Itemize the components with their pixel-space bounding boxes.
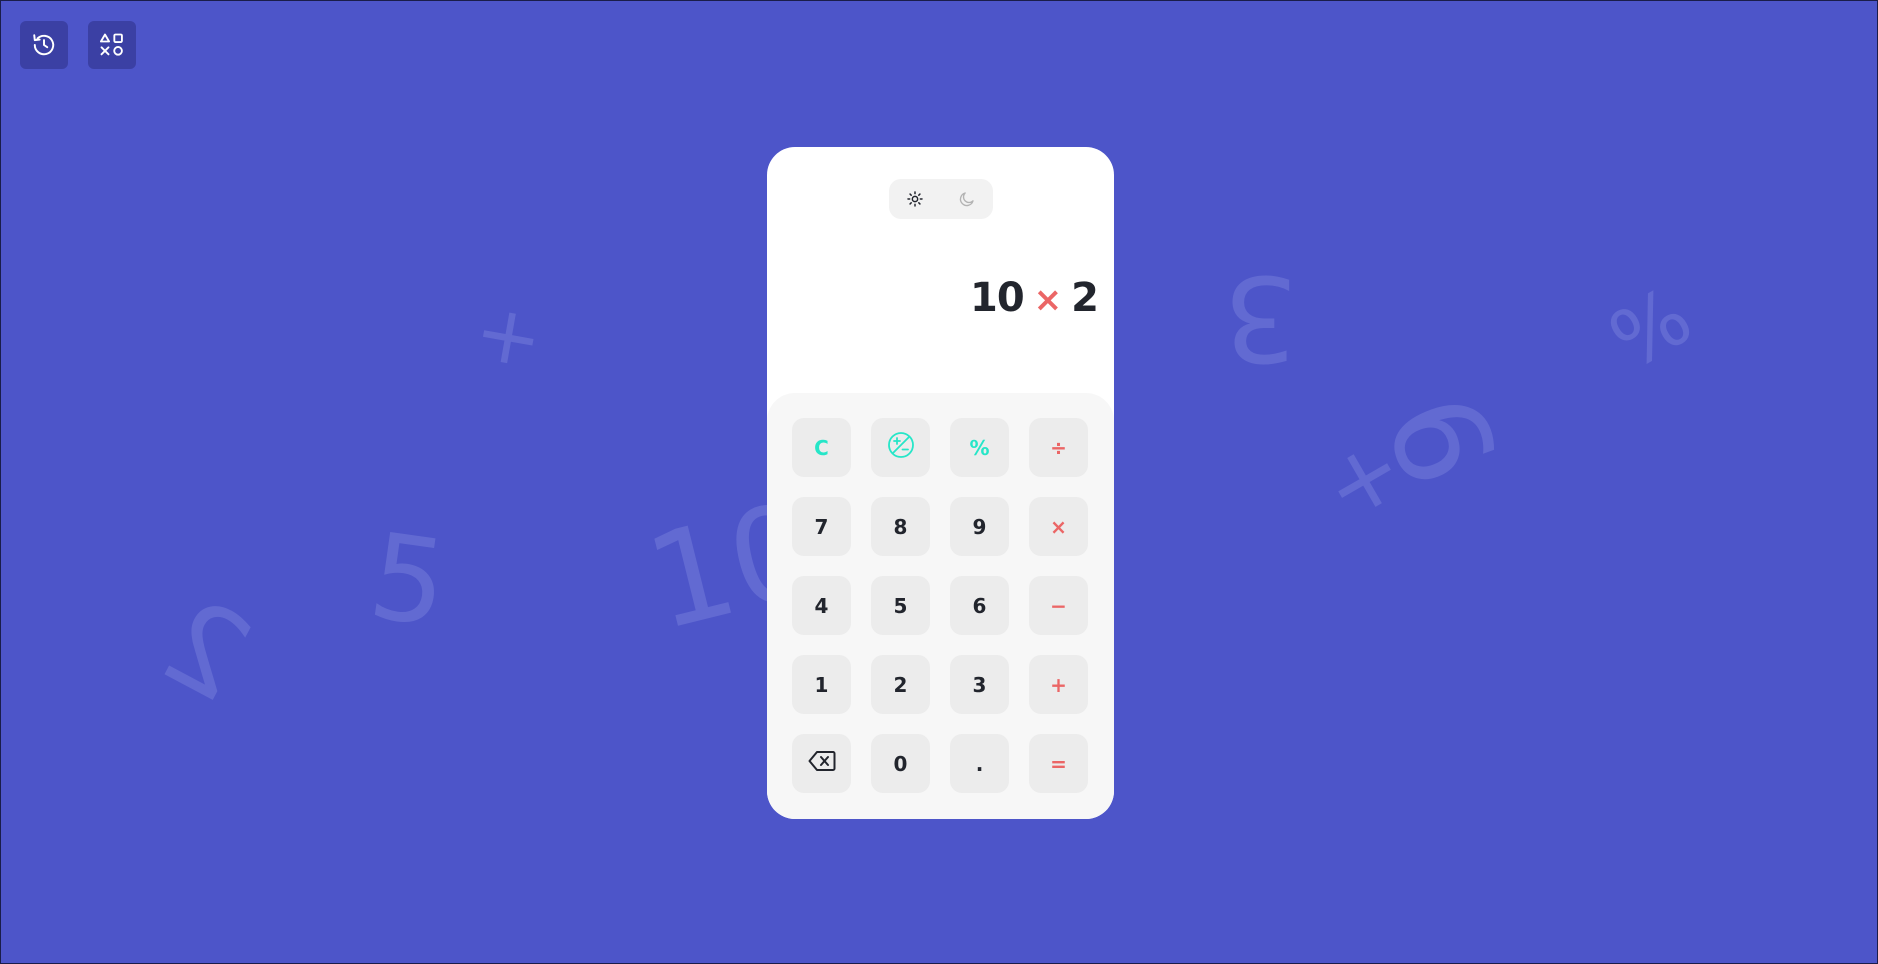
background-digit: 2 — [141, 571, 273, 729]
digit-8-button[interactable]: 8 — [871, 497, 930, 556]
background-digit: % — [1594, 269, 1707, 388]
history-icon — [31, 32, 57, 58]
digit-7-button[interactable]: 7 — [792, 497, 851, 556]
percent-button[interactable]: % — [950, 418, 1009, 477]
history-button[interactable] — [20, 21, 68, 69]
expression-display: 10 × 2 — [969, 275, 1099, 321]
digit-6-button[interactable]: 6 — [950, 576, 1009, 635]
background-digit: 5 — [361, 506, 456, 654]
background-digit: 9 — [1358, 374, 1530, 504]
backspace-button[interactable] — [792, 734, 851, 793]
light-theme-button[interactable] — [895, 183, 935, 215]
equals-button[interactable]: = — [1029, 734, 1088, 793]
divide-button[interactable]: ÷ — [1029, 418, 1088, 477]
display-operand-left: 10 — [969, 275, 1025, 321]
converter-button[interactable] — [88, 21, 136, 69]
plus-button[interactable]: + — [1029, 655, 1088, 714]
sun-icon — [895, 183, 935, 215]
clear-button[interactable]: C — [792, 418, 851, 477]
digit-5-button[interactable]: 5 — [871, 576, 930, 635]
multiply-button[interactable]: × — [1029, 497, 1088, 556]
digit-2-button[interactable]: 2 — [871, 655, 930, 714]
plus-minus-button[interactable] — [871, 418, 930, 477]
display-operator: × — [1033, 280, 1062, 320]
digit-3-button[interactable]: 3 — [950, 655, 1009, 714]
plus-minus-icon — [887, 431, 915, 464]
background-digit: + — [467, 283, 550, 388]
digit-4-button[interactable]: 4 — [792, 576, 851, 635]
digit-0-button[interactable]: 0 — [871, 734, 930, 793]
decimal-button[interactable]: . — [950, 734, 1009, 793]
keypad: C % ÷ 7 8 9 × 4 5 6 − 1 2 3 + 0 . = — [767, 393, 1114, 819]
calculator-card: 10 × 2 C % ÷ 7 8 9 × 4 5 6 − 1 2 3 + 0 .… — [767, 147, 1114, 819]
moon-icon — [947, 183, 987, 215]
theme-toggle — [889, 179, 993, 219]
digit-1-button[interactable]: 1 — [792, 655, 851, 714]
dark-theme-button[interactable] — [947, 183, 987, 215]
minus-button[interactable]: − — [1029, 576, 1088, 635]
digit-9-button[interactable]: 9 — [950, 497, 1009, 556]
display-operand-right: 2 — [1071, 275, 1099, 321]
shapes-icon — [98, 31, 126, 59]
background-digit: 3 — [1223, 249, 1299, 387]
backspace-icon — [808, 750, 836, 777]
